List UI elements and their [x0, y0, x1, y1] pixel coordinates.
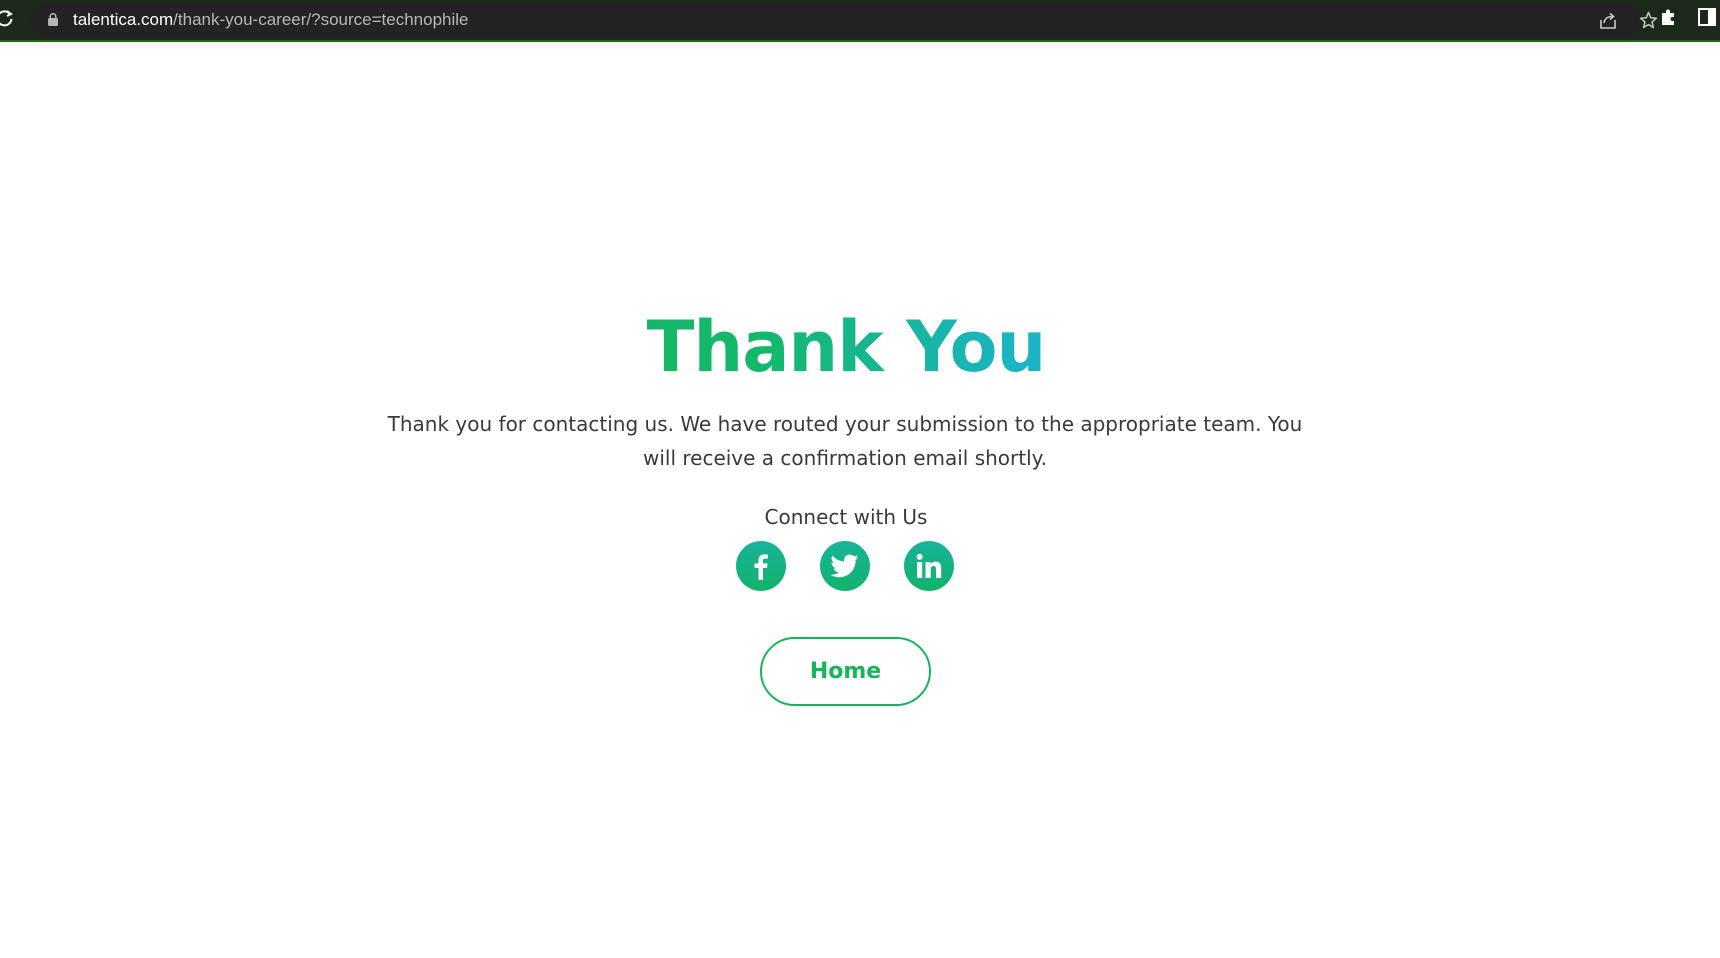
share-icon[interactable] — [1598, 11, 1618, 31]
twitter-icon — [831, 554, 859, 578]
address-bar[interactable]: talentica.com/thank-you-career/?source=t… — [30, 3, 1658, 36]
facebook-icon — [749, 551, 773, 581]
lock-icon[interactable] — [48, 12, 58, 26]
connect-label: Connect with Us — [764, 505, 928, 529]
reload-icon[interactable] — [0, 9, 14, 27]
url-path: /thank-you-career/?source=technophile — [173, 10, 469, 29]
url-text[interactable]: talentica.com/thank-you-career/?source=t… — [73, 10, 469, 30]
facebook-link[interactable] — [736, 541, 786, 591]
twitter-link[interactable] — [820, 541, 870, 591]
home-button[interactable]: Home — [760, 637, 931, 706]
star-icon[interactable] — [1638, 10, 1659, 31]
confirmation-message: Thank you for contacting us. We have rou… — [387, 412, 1303, 470]
page-title: Thank You — [0, 302, 1692, 392]
linkedin-icon — [915, 553, 943, 579]
extensions-icon[interactable] — [1658, 7, 1678, 27]
linkedin-link[interactable] — [904, 541, 954, 591]
url-host: talentica.com — [73, 10, 174, 29]
browser-toolbar: talentica.com/thank-you-career/?source=t… — [0, 0, 1720, 42]
side-panel-icon[interactable] — [1698, 8, 1716, 26]
